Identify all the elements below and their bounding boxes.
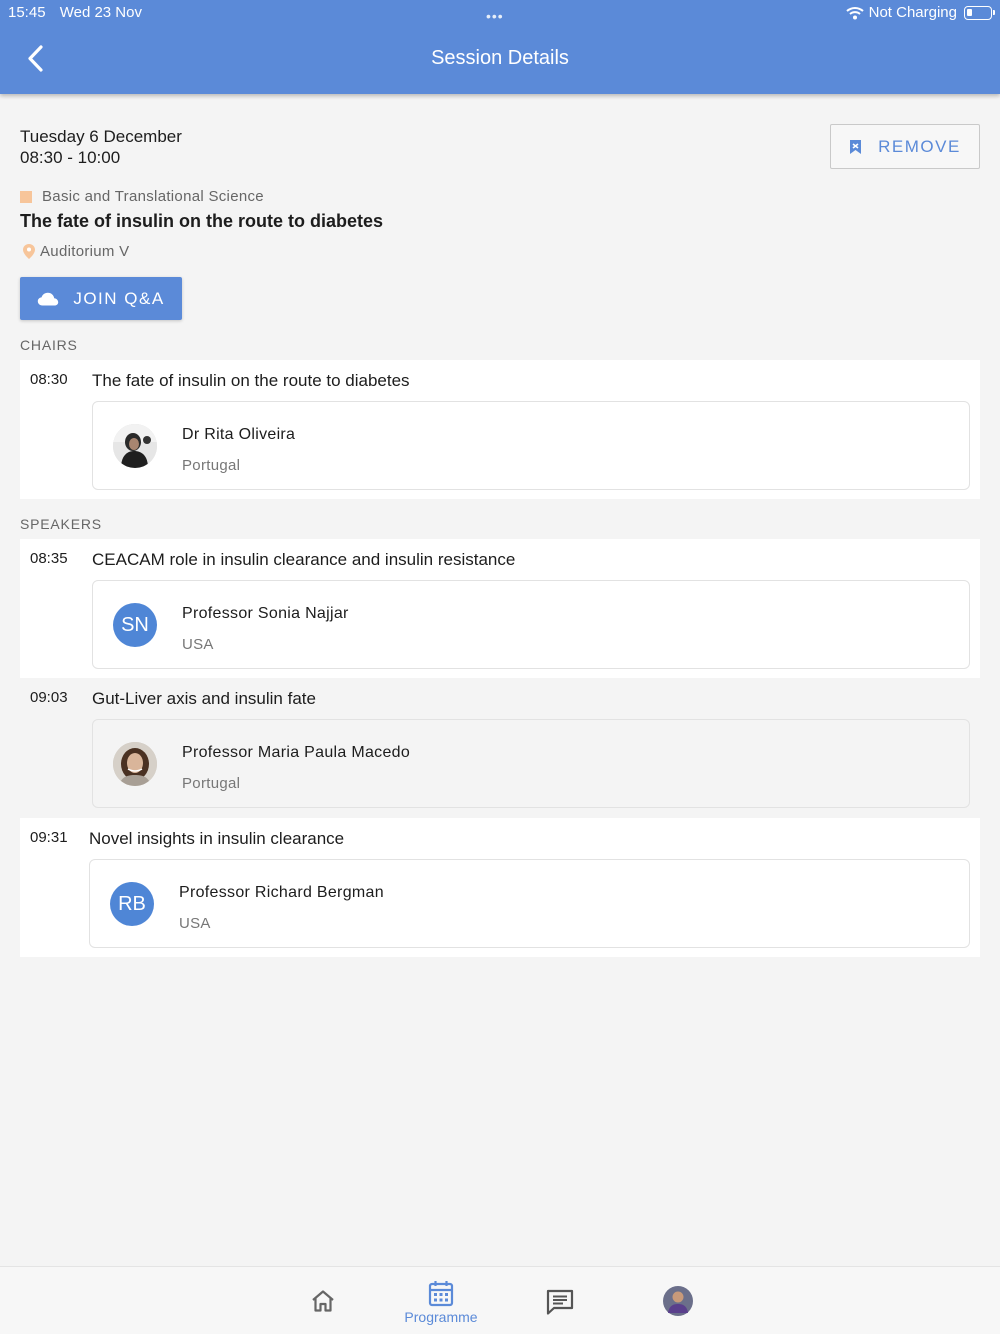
talk-time: 09:03 — [30, 689, 68, 706]
talk-title: Gut-Liver axis and insulin fate — [92, 689, 316, 708]
person-name: Professor Maria Paula Macedo — [182, 744, 411, 761]
avatar: RB — [110, 882, 154, 926]
avatar — [113, 424, 157, 468]
status-time: 15:45 — [8, 4, 46, 21]
avatar: SN — [113, 603, 157, 647]
tab-programme-label: Programme — [404, 1309, 478, 1325]
speakers-section-label: SPEAKERS — [20, 516, 102, 532]
session-time-range: 08:30 - 10:00 — [20, 148, 121, 167]
category-color-square — [20, 190, 32, 203]
avatar — [113, 742, 157, 786]
cloud-icon — [38, 292, 59, 305]
talk-time: 09:31 — [30, 829, 68, 846]
person-country: USA — [182, 636, 214, 653]
person-card[interactable]: SN Professor Sonia Najjar USA — [92, 580, 970, 669]
status-date: Wed 23 Nov — [59, 4, 142, 21]
charging-status: Not Charging — [868, 4, 957, 21]
profile-avatar-icon — [663, 1286, 693, 1316]
calendar-icon — [428, 1281, 454, 1307]
speaker-block: 09:03 Gut-Liver axis and insulin fate Pr… — [20, 678, 980, 817]
bookmark-remove-icon — [850, 139, 862, 154]
session-location: Auditorium V — [22, 243, 129, 260]
tab-programme[interactable]: Programme — [395, 1267, 487, 1334]
session-date: Tuesday 6 December — [20, 127, 182, 146]
chat-icon — [546, 1289, 574, 1315]
chair-block: 08:30 The fate of insulin on the route t… — [20, 360, 980, 499]
wifi-icon — [845, 6, 864, 19]
multitask-dots-icon[interactable]: ••• — [486, 8, 504, 24]
status-bar-left: 15:45 Wed 23 Nov — [8, 4, 152, 21]
talk-title: CEACAM role in insulin clearance and ins… — [92, 550, 516, 569]
person-country: Portugal — [182, 775, 241, 792]
session-category: Basic and Translational Science — [20, 188, 264, 205]
location-pin-icon — [23, 244, 35, 259]
remove-button-label: REMOVE — [878, 136, 961, 156]
person-name: Dr Rita Oliveira — [182, 426, 296, 443]
remove-button[interactable]: REMOVE — [830, 124, 980, 169]
person-name: Professor Richard Bergman — [179, 884, 384, 901]
person-card[interactable]: Dr Rita Oliveira Portugal — [92, 401, 970, 490]
app-header: 15:45 Wed 23 Nov ••• Not Charging Sessio… — [0, 0, 1000, 94]
talk-title: Novel insights in insulin clearance — [89, 829, 345, 848]
talk-time: 08:30 — [30, 371, 68, 388]
person-name: Professor Sonia Najjar — [182, 605, 349, 622]
session-date-time: Tuesday 6 December 08:30 - 10:00 — [20, 126, 182, 168]
person-photo-icon — [113, 742, 157, 786]
category-label: Basic and Translational Science — [42, 188, 264, 205]
speaker-block: 08:35 CEACAM role in insulin clearance a… — [20, 539, 980, 678]
join-qa-label: JOIN Q&A — [73, 288, 165, 308]
page-title: Session Details — [431, 47, 569, 69]
tab-home[interactable] — [300, 1267, 346, 1334]
person-photo-icon — [113, 424, 157, 468]
person-card[interactable]: Professor Maria Paula Macedo Portugal — [92, 719, 970, 808]
location-label: Auditorium V — [40, 243, 130, 260]
bottom-tab-bar: Programme — [0, 1266, 1000, 1334]
speaker-block: 09:31 Novel insights in insulin clearanc… — [20, 818, 980, 957]
tab-profile[interactable] — [662, 1267, 694, 1334]
person-country: Portugal — [182, 457, 241, 474]
person-card[interactable]: RB Professor Richard Bergman USA — [89, 859, 970, 948]
talk-title: The fate of insulin on the route to diab… — [92, 371, 410, 390]
session-title: The fate of insulin on the route to diab… — [20, 211, 384, 231]
home-icon — [312, 1290, 334, 1312]
join-qa-button[interactable]: JOIN Q&A — [20, 277, 182, 320]
status-bar-right: Not Charging — [845, 4, 995, 21]
person-country: USA — [179, 915, 211, 932]
chairs-section-label: CHAIRS — [20, 337, 78, 353]
battery-icon — [964, 5, 995, 20]
talk-time: 08:35 — [30, 550, 68, 567]
tab-messages[interactable] — [545, 1267, 575, 1334]
